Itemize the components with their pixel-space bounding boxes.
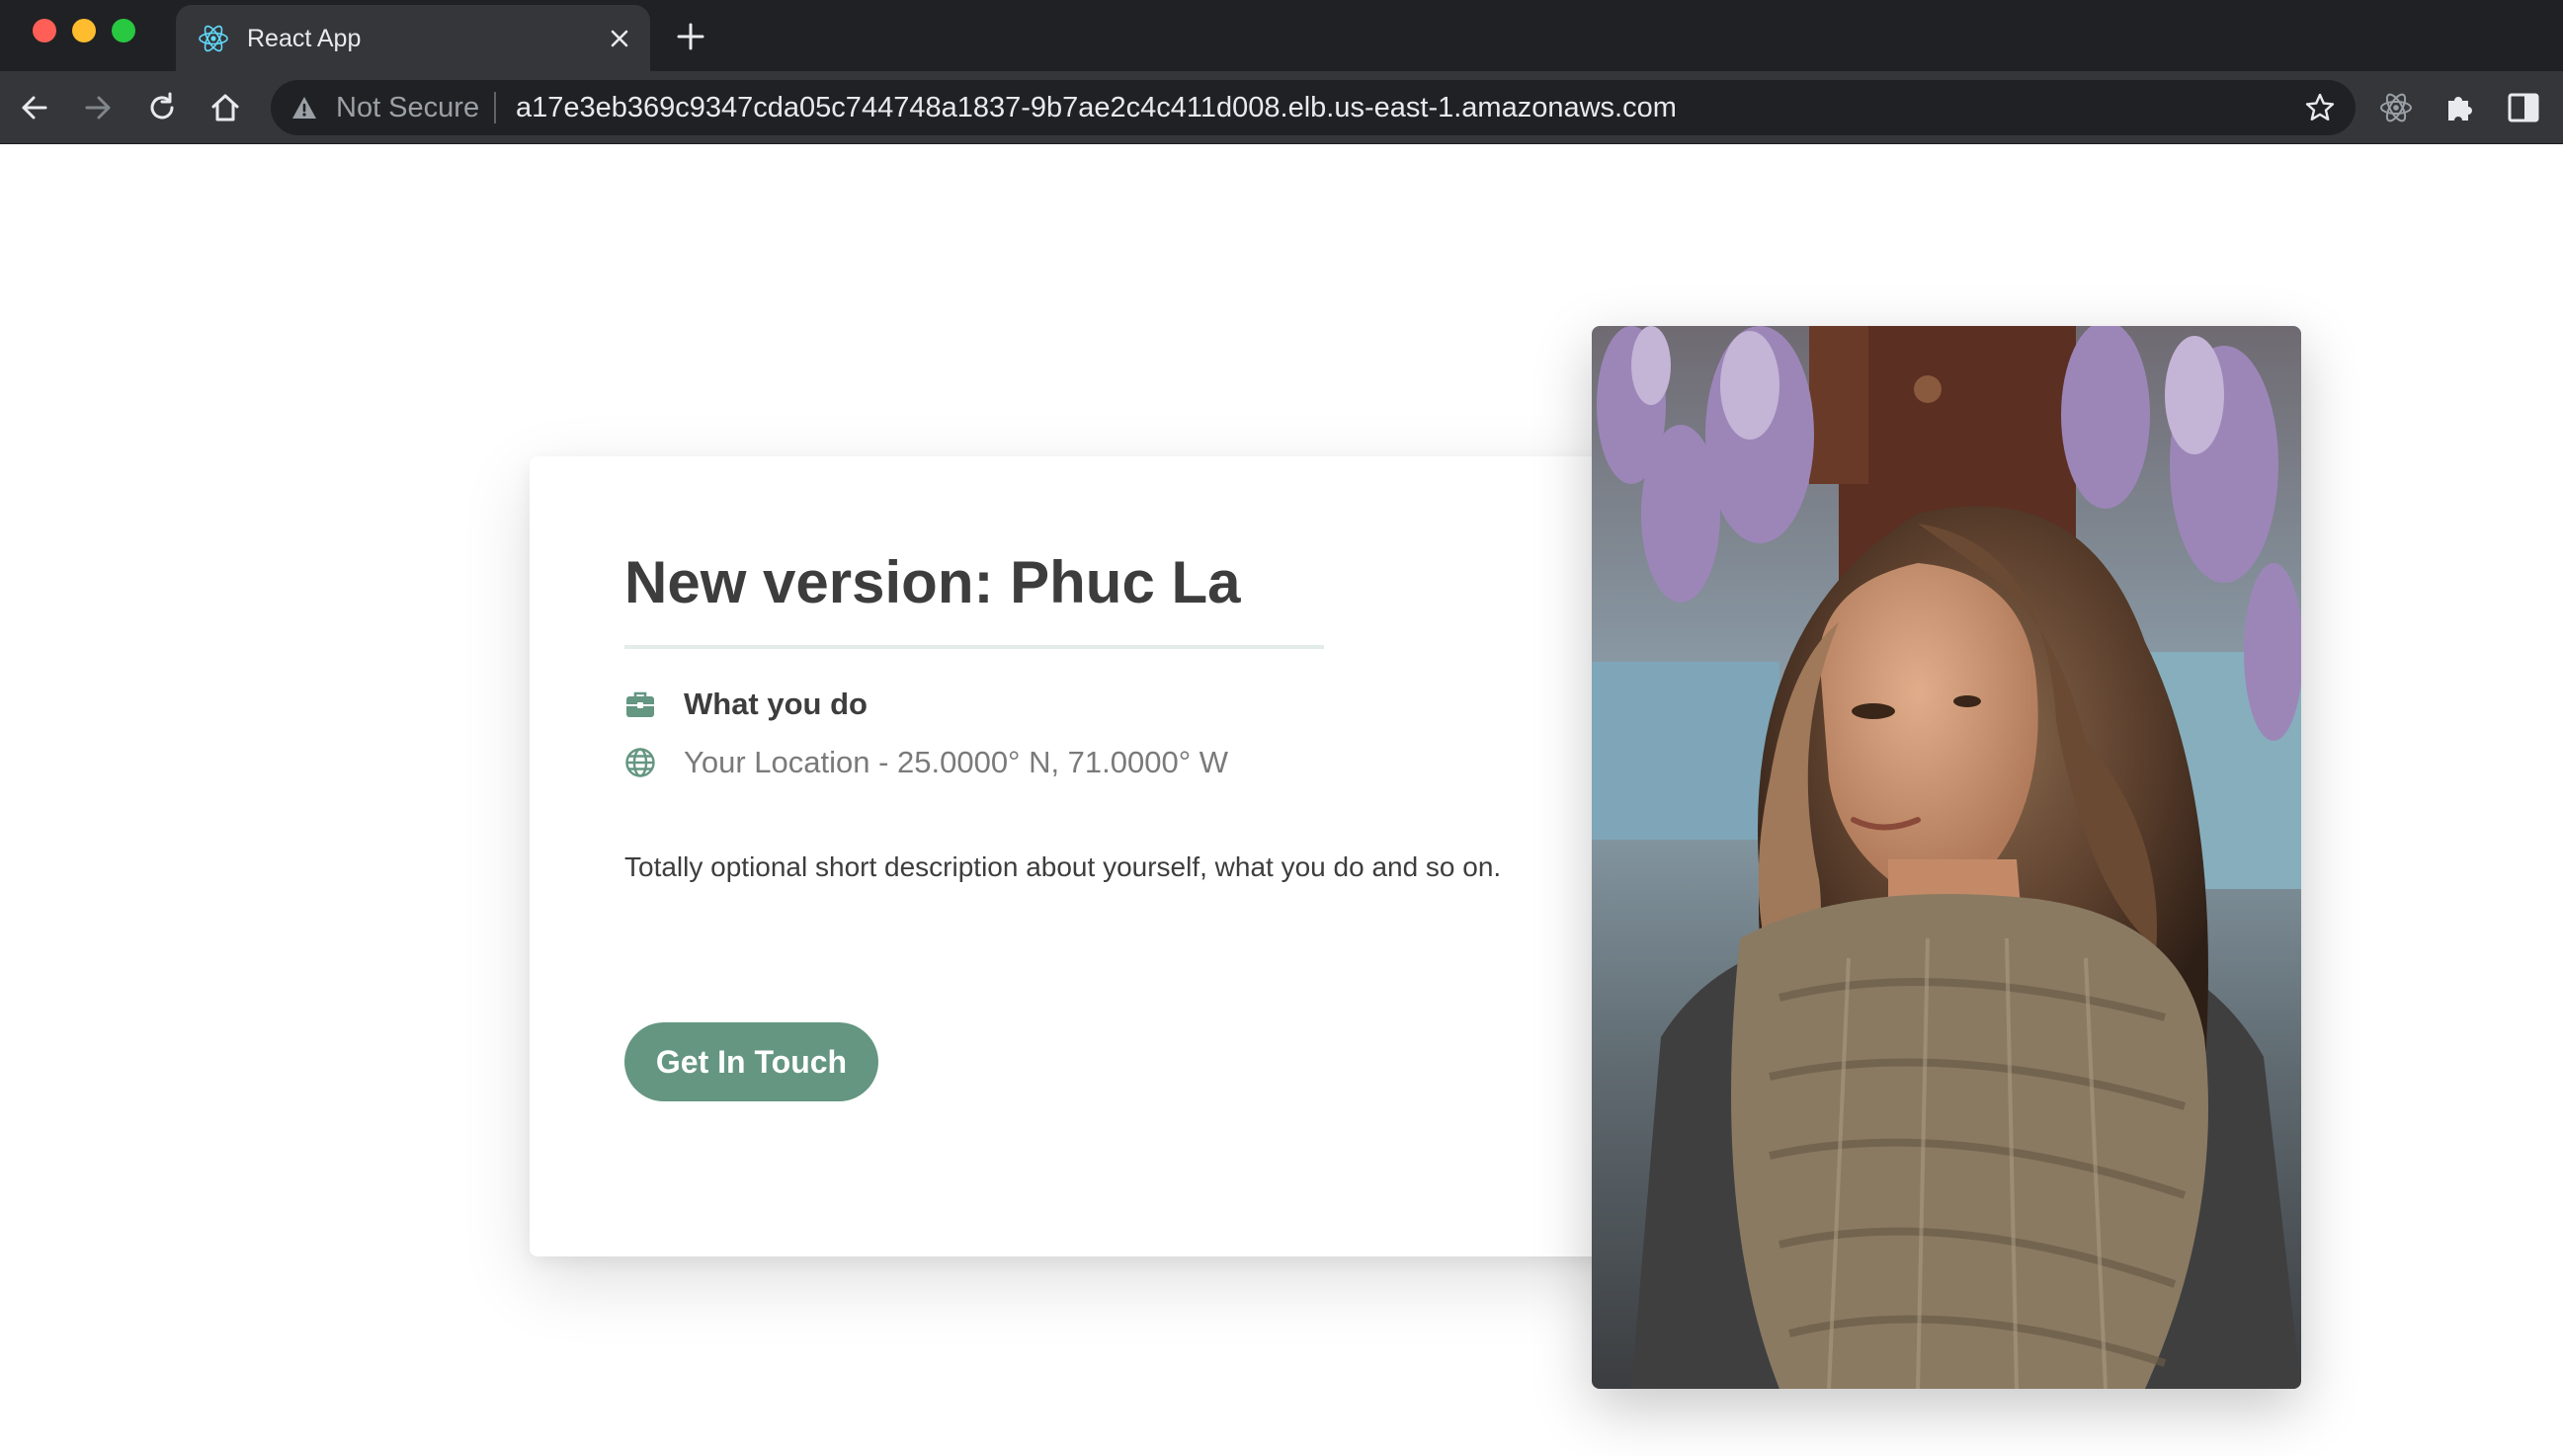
- reload-icon[interactable]: [143, 89, 181, 126]
- close-window-button[interactable]: [33, 19, 56, 42]
- page-title: New version: Phuc La: [624, 549, 1241, 615]
- portrait-photo-illustration: [1592, 326, 2301, 1389]
- close-icon[interactable]: [605, 24, 634, 53]
- profile-description: Totally optional short description about…: [624, 851, 1502, 882]
- url-text[interactable]: a17e3eb369c9347cda05c744748a1837-9b7ae2c…: [516, 92, 1677, 123]
- security-label[interactable]: Not Secure: [336, 92, 479, 123]
- briefcase-icon: [626, 691, 654, 717]
- warning-icon[interactable]: [290, 94, 318, 121]
- address-bar[interactable]: Not Secure a17e3eb369c9347cda05c744748a1…: [271, 80, 2356, 135]
- side-panel-icon[interactable]: [2505, 89, 2542, 126]
- home-icon[interactable]: [207, 89, 244, 126]
- title-divider: [624, 645, 1324, 649]
- address-separator: [494, 92, 496, 123]
- forward-icon[interactable]: [79, 89, 117, 126]
- star-icon[interactable]: [2304, 92, 2336, 123]
- get-in-touch-button[interactable]: Get In Touch: [624, 1022, 878, 1101]
- plus-icon[interactable]: [674, 20, 707, 53]
- profile-card: New version: Phuc La What you do Your Lo…: [530, 456, 1636, 1256]
- browser-toolbar: Not Secure a17e3eb369c9347cda05c744748a1…: [0, 71, 2563, 144]
- back-icon[interactable]: [16, 89, 53, 126]
- react-devtools-icon[interactable]: [2377, 89, 2415, 126]
- maximize-window-button[interactable]: [112, 19, 135, 42]
- browser-tab-active[interactable]: React App: [176, 5, 650, 71]
- react-logo-icon: [199, 25, 228, 52]
- puzzle-icon[interactable]: [2440, 89, 2478, 126]
- tab-title: React App: [247, 25, 362, 52]
- minimize-window-button[interactable]: [72, 19, 96, 42]
- globe-icon: [625, 748, 655, 777]
- portrait-photo: [1592, 326, 2301, 1389]
- location-text: Your Location - 25.0000° N, 71.0000° W: [684, 745, 1229, 779]
- job-title: What you do: [684, 687, 868, 721]
- browser-tab-strip: React App: [0, 0, 2563, 71]
